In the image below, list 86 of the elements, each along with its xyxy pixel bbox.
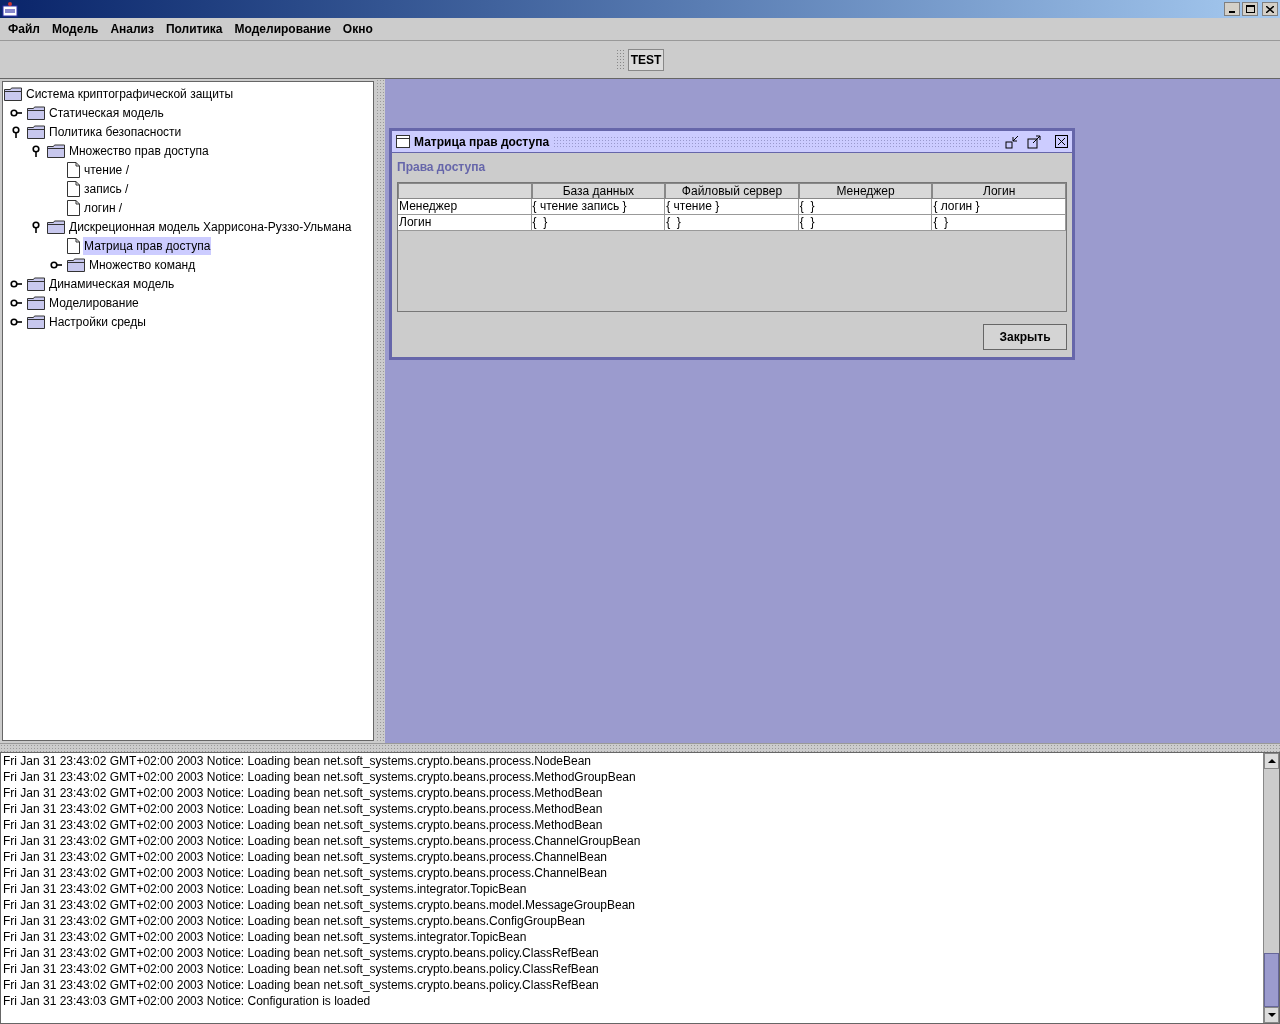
- folder-icon: [27, 314, 45, 329]
- table-cell: { логин }: [932, 199, 1066, 215]
- tree-item[interactable]: Динамическая модель: [48, 274, 176, 293]
- down-arrow-icon: [1267, 1013, 1276, 1017]
- maximize-button[interactable]: [1242, 2, 1258, 16]
- log-line: Fri Jan 31 23:43:02 GMT+02:00 2003 Notice: Loading bean net.soft_systems.crypto.beans.policy.ClassRefBean: [3, 961, 600, 977]
- minimize-icon: [1229, 11, 1235, 13]
- folder-icon: [27, 276, 45, 291]
- tree-item[interactable]: чтение /: [83, 160, 130, 179]
- tree-item[interactable]: Настройки среды: [48, 312, 147, 331]
- scroll-thumb[interactable]: [1264, 953, 1279, 1007]
- app-icon: [2, 1, 18, 17]
- collapse-handle-icon[interactable]: [29, 219, 43, 234]
- tree-item[interactable]: Система криптографической защиты: [25, 84, 235, 103]
- minimize-button[interactable]: [1224, 2, 1240, 16]
- table-cell: Менеджер: [398, 199, 532, 215]
- table-cell: { }: [531, 215, 666, 231]
- tree-item[interactable]: логин /: [83, 198, 124, 217]
- scrollbar[interactable]: [1263, 753, 1279, 1023]
- document-icon: [67, 180, 80, 197]
- tree-item[interactable]: Дискреционная модель Харрисона-Руззо-Ульмана: [68, 217, 353, 236]
- folder-icon: [27, 295, 45, 310]
- column-header[interactable]: Файловый сервер: [665, 183, 799, 199]
- menu-item[interactable]: Моделирование: [228, 20, 337, 38]
- table-cell: { }: [665, 215, 799, 231]
- folder-icon: [27, 105, 45, 120]
- log-line: Fri Jan 31 23:43:02 GMT+02:00 2003 Notice: Loading bean net.soft_systems.integrator.TopicBean: [3, 881, 528, 897]
- menu-item[interactable]: Политика: [159, 20, 229, 38]
- tree-item[interactable]: запись /: [83, 179, 130, 198]
- maximize-icon: [1245, 5, 1255, 13]
- folder-icon: [4, 86, 22, 101]
- tree-item[interactable]: Множество команд: [88, 255, 197, 274]
- tree-item[interactable]: Матрица прав доступа: [83, 236, 212, 255]
- folder-icon: [47, 143, 65, 158]
- up-arrow-icon: [1267, 759, 1276, 763]
- menu-item[interactable]: Файл: [2, 20, 46, 38]
- log-line: Fri Jan 31 23:43:02 GMT+02:00 2003 Notice: Loading bean net.soft_systems.crypto.beans.ConfigGroupBean: [3, 913, 587, 929]
- log-line: Fri Jan 31 23:43:02 GMT+02:00 2003 Notice: Loading bean net.soft_systems.integrator.TopicBean: [3, 929, 528, 945]
- scroll-up-button[interactable]: [1264, 753, 1279, 769]
- document-icon: [67, 237, 80, 254]
- restore-icon[interactable]: [1005, 134, 1019, 149]
- section-title: Права доступа: [397, 159, 487, 176]
- tree-item[interactable]: Политика безопасности: [48, 122, 183, 141]
- tree-item[interactable]: Моделирование: [48, 293, 140, 312]
- table-cell: { }: [798, 199, 933, 215]
- document-icon: [67, 199, 80, 216]
- log-line: Fri Jan 31 23:43:02 GMT+02:00 2003 Notice: Loading bean net.soft_systems.crypto.beans.process.NodeBean: [3, 753, 593, 769]
- maximize-icon[interactable]: [1027, 134, 1041, 149]
- folder-icon: [67, 257, 85, 272]
- log-line: Fri Jan 31 23:43:02 GMT+02:00 2003 Notice: Loading bean net.soft_systems.crypto.beans.process.MethodBean: [3, 801, 604, 817]
- table-cell: { чтение запись }: [531, 199, 666, 215]
- scroll-down-button[interactable]: [1264, 1007, 1279, 1023]
- close-icon[interactable]: [1055, 135, 1068, 148]
- tree-item[interactable]: Множество прав доступа: [68, 141, 210, 160]
- test-button[interactable]: TEST: [627, 48, 665, 71]
- log-line: Fri Jan 31 23:43:02 GMT+02:00 2003 Notice: Loading bean net.soft_systems.crypto.beans.model.MessageGroupBean: [3, 897, 637, 913]
- window-icon: [396, 135, 410, 148]
- log-line: Fri Jan 31 23:43:02 GMT+02:00 2003 Notice: Loading bean net.soft_systems.crypto.beans.policy.ClassRefBean: [3, 945, 600, 961]
- log-line: Fri Jan 31 23:43:02 GMT+02:00 2003 Notice: Loading bean net.soft_systems.crypto.beans.process.MethodBean: [3, 817, 604, 833]
- document-icon: [67, 161, 80, 178]
- close-button[interactable]: [1262, 2, 1278, 16]
- menu-item[interactable]: Окно: [336, 20, 379, 38]
- log-line: Fri Jan 31 23:43:02 GMT+02:00 2003 Notice: Loading bean net.soft_systems.crypto.beans.policy.ClassRefBean: [3, 977, 600, 993]
- table-cell: { }: [798, 215, 933, 231]
- column-header[interactable]: Менеджер: [798, 183, 933, 199]
- log-line: Fri Jan 31 23:43:02 GMT+02:00 2003 Notice: Loading bean net.soft_systems.crypto.beans.process.ChannelGroupBean: [3, 833, 642, 849]
- table-cell: Логин: [398, 215, 532, 231]
- folder-icon: [27, 124, 45, 139]
- log-line: Fri Jan 31 23:43:02 GMT+02:00 2003 Notice: Loading bean net.soft_systems.crypto.beans.process.ChannelBean: [3, 849, 609, 865]
- log-line: Fri Jan 31 23:43:02 GMT+02:00 2003 Notice: Loading bean net.soft_systems.crypto.beans.process.ChannelBean: [3, 865, 609, 881]
- collapse-handle-icon[interactable]: [9, 124, 23, 139]
- tree-item[interactable]: Статическая модель: [48, 103, 165, 122]
- collapse-handle-icon[interactable]: [29, 143, 43, 158]
- column-header[interactable]: Логин: [932, 183, 1066, 199]
- table-cell: { чтение }: [665, 199, 799, 215]
- folder-icon: [47, 219, 65, 234]
- window-title: Матрица прав доступа: [414, 133, 550, 151]
- close-icon: [1266, 5, 1274, 13]
- column-header[interactable]: База данных: [531, 183, 666, 199]
- log-line: Fri Jan 31 23:43:03 GMT+02:00 2003 Notice: Configuration is loaded: [3, 993, 372, 1009]
- menu-item[interactable]: Модель: [45, 20, 105, 38]
- log-line: Fri Jan 31 23:43:02 GMT+02:00 2003 Notice: Loading bean net.soft_systems.crypto.beans.process.MethodBean: [3, 785, 604, 801]
- table-cell: { }: [932, 215, 1066, 231]
- close-window-button[interactable]: Закрыть: [983, 324, 1067, 350]
- menu-item[interactable]: Анализ: [104, 20, 160, 38]
- log-line: Fri Jan 31 23:43:02 GMT+02:00 2003 Notice: Loading bean net.soft_systems.crypto.beans.process.MethodGroupBean: [3, 769, 637, 785]
